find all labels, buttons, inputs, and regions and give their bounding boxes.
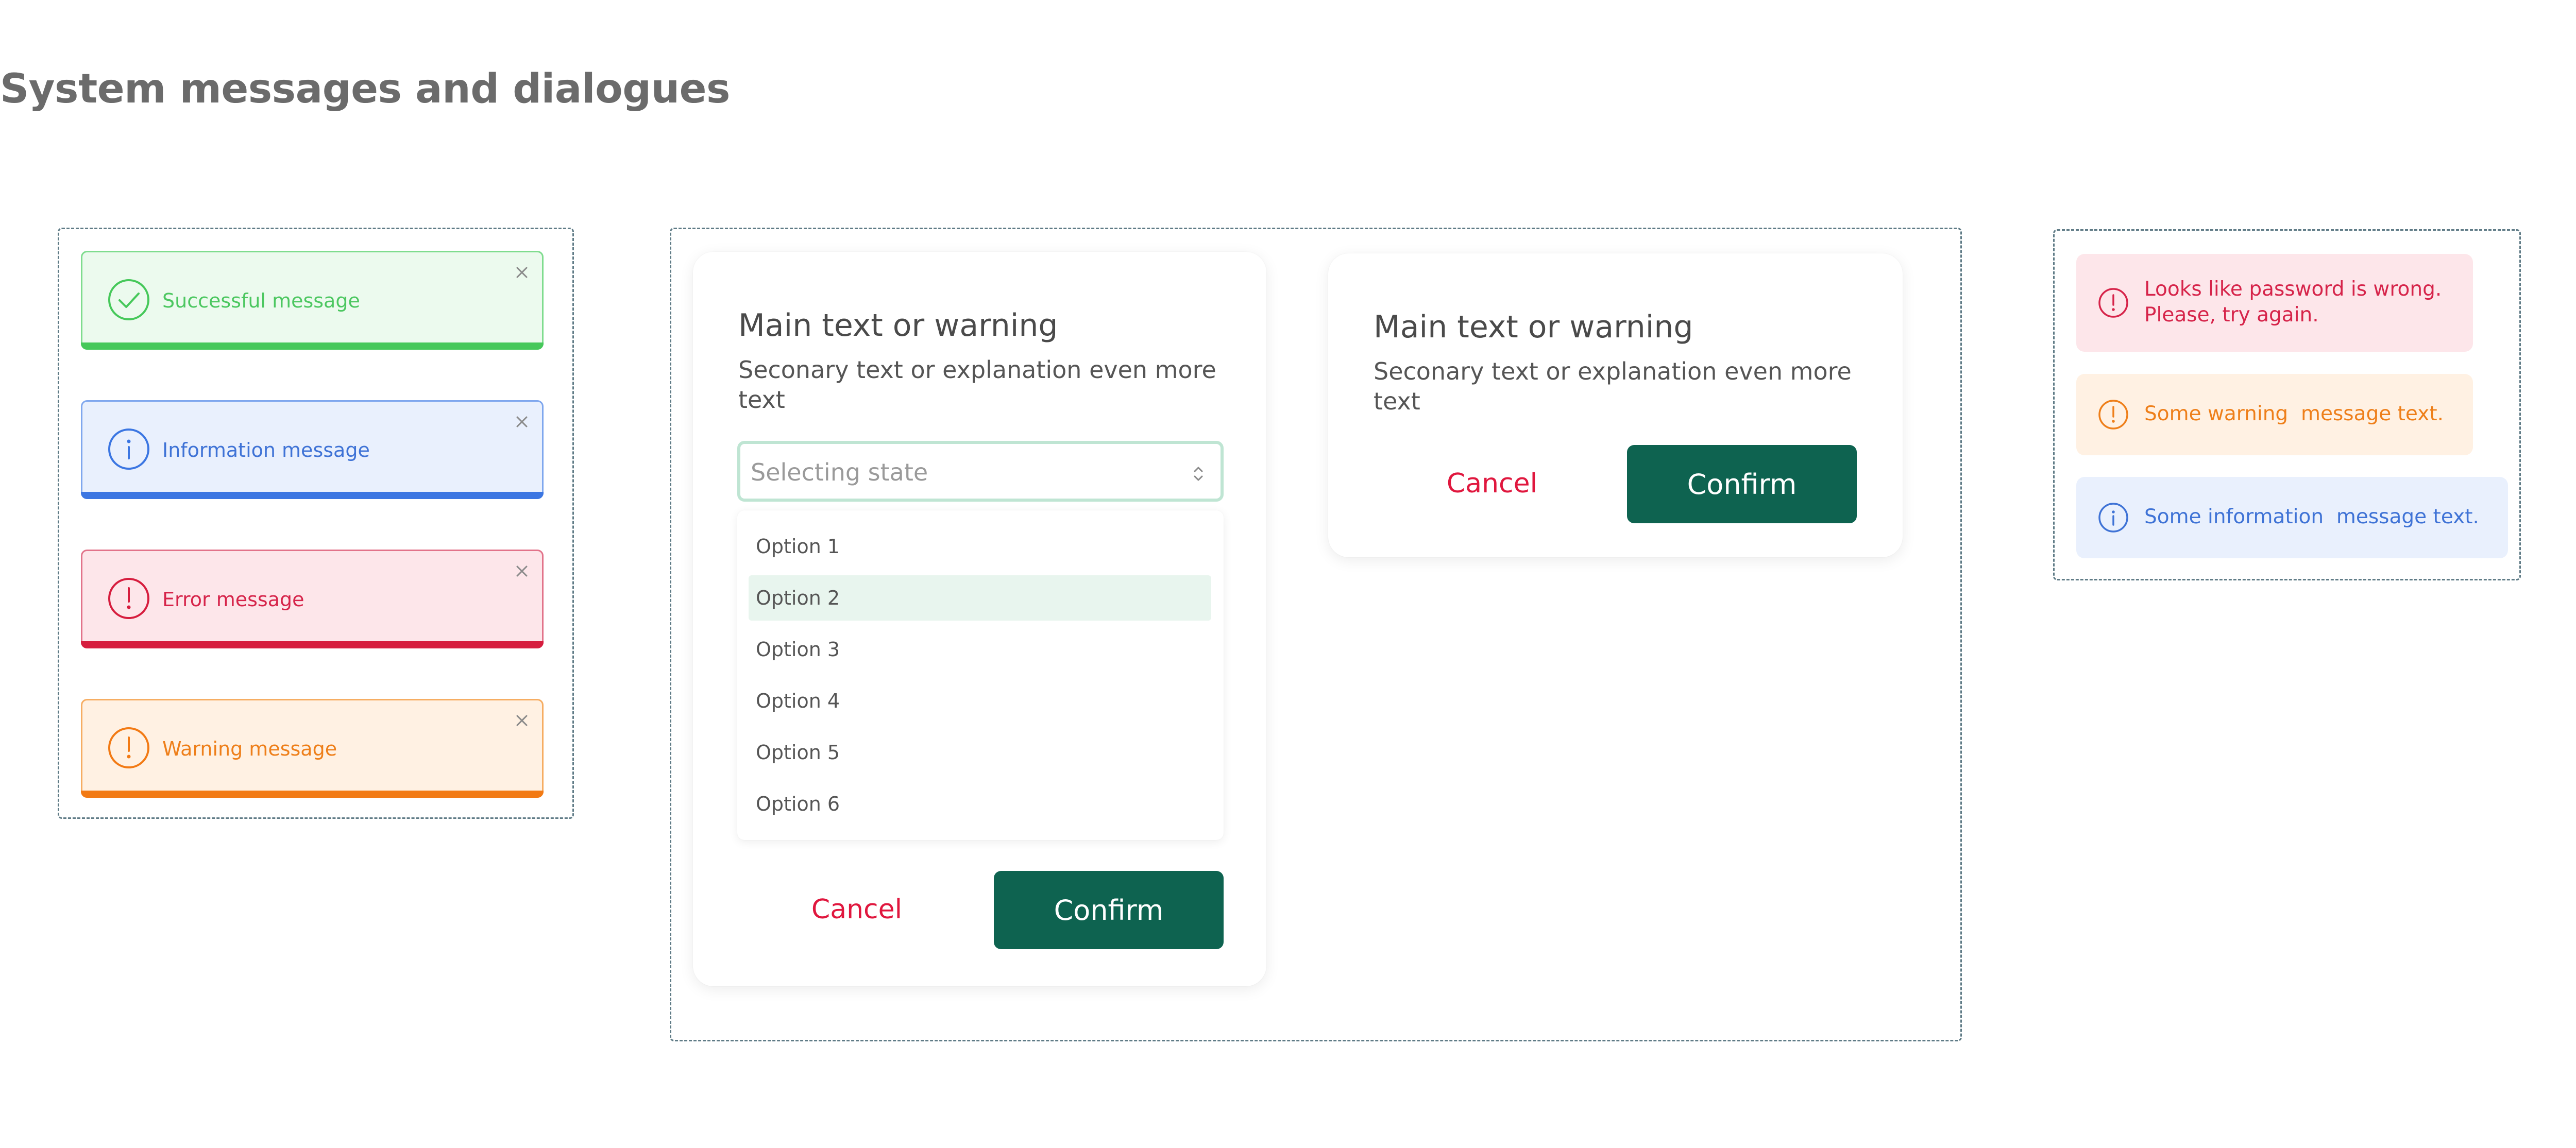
close-icon[interactable] xyxy=(513,413,531,431)
select-value: Selecting state xyxy=(751,458,928,486)
option-label: Option 6 xyxy=(756,793,840,815)
option-label: Option 1 xyxy=(756,535,840,558)
toast-accent-bar xyxy=(81,492,544,499)
inline-error-message: Looks like password is wrong. Please, tr… xyxy=(2076,254,2473,352)
inline-messages-group: Looks like password is wrong. Please, tr… xyxy=(2053,229,2521,580)
dialogs-group: Main text or warning Seconary text or ex… xyxy=(670,228,1962,1041)
exclamation-circle-icon xyxy=(108,578,149,619)
inline-info-message: Some information message text. xyxy=(2076,477,2508,558)
inline-info-text: Some information message text. xyxy=(2144,505,2479,528)
cancel-button[interactable]: Cancel xyxy=(754,871,960,948)
info-toast: Information message xyxy=(81,400,544,499)
close-icon[interactable] xyxy=(513,562,531,580)
select-dropdown: Option 1 Option 2 Option 3 Option 4 Opti… xyxy=(737,510,1224,840)
option-label: Option 4 xyxy=(756,690,840,712)
dialog-subtitle: Seconary text or explanation even more t… xyxy=(1374,357,1852,415)
dialog-title: Main text or warning xyxy=(738,307,1058,344)
page-title: System messages and dialogues xyxy=(0,66,730,112)
toast-accent-bar xyxy=(81,342,544,350)
confirm-button[interactable]: Confirm xyxy=(994,871,1224,949)
success-toast: Successful message xyxy=(81,251,544,350)
toast-text: Successful message xyxy=(162,289,360,312)
dropdown-option[interactable]: Option 4 xyxy=(749,678,1211,724)
dropdown-option[interactable]: Option 1 xyxy=(749,524,1211,569)
close-icon[interactable] xyxy=(513,264,531,281)
exclamation-circle-icon xyxy=(2098,400,2128,430)
confirm-dialog: Main text or warning Seconary text or ex… xyxy=(1328,253,1903,557)
dropdown-option[interactable]: Option 6 xyxy=(749,781,1211,827)
close-icon[interactable] xyxy=(513,712,531,729)
info-circle-icon xyxy=(108,429,149,470)
inline-error-line-1: Looks like password is wrong. xyxy=(2144,278,2442,301)
inline-warning-message: Some warning message text. xyxy=(2076,374,2473,455)
chevron-up-down-icon xyxy=(1194,467,1203,481)
exclamation-circle-icon xyxy=(108,727,149,768)
info-circle-icon xyxy=(2098,503,2128,533)
check-circle-icon xyxy=(108,279,149,320)
error-toast: Error message xyxy=(81,550,544,648)
select-dialog: Main text or warning Seconary text or ex… xyxy=(693,252,1266,986)
option-label: Option 2 xyxy=(756,587,840,609)
dropdown-option[interactable]: Option 3 xyxy=(749,627,1211,672)
option-label: Option 3 xyxy=(756,638,840,661)
toast-text: Information message xyxy=(162,439,370,461)
dropdown-option[interactable]: Option 5 xyxy=(749,730,1211,775)
dialog-title: Main text or warning xyxy=(1374,309,1693,345)
confirm-button[interactable]: Confirm xyxy=(1627,445,1857,523)
state-select[interactable]: Selecting state xyxy=(737,441,1224,502)
exclamation-circle-icon xyxy=(2098,288,2128,318)
toast-messages-group: Successful message Information message E… xyxy=(58,228,574,819)
inline-warning-text: Some warning message text. xyxy=(2144,402,2444,425)
toast-text: Error message xyxy=(162,588,304,611)
warning-toast: Warning message xyxy=(81,699,544,798)
inline-error-line-2: Please, try again. xyxy=(2144,303,2319,327)
toast-text: Warning message xyxy=(162,738,337,760)
option-label: Option 5 xyxy=(756,741,840,764)
dialog-subtitle: Seconary text or explanation even more t… xyxy=(738,356,1216,414)
toast-accent-bar xyxy=(81,791,544,798)
cancel-button[interactable]: Cancel xyxy=(1389,445,1595,522)
toast-accent-bar xyxy=(81,641,544,648)
dropdown-option-selected[interactable]: Option 2 xyxy=(749,575,1211,621)
inline-error-text: Looks like password is wrong. Please, tr… xyxy=(2144,277,2442,328)
